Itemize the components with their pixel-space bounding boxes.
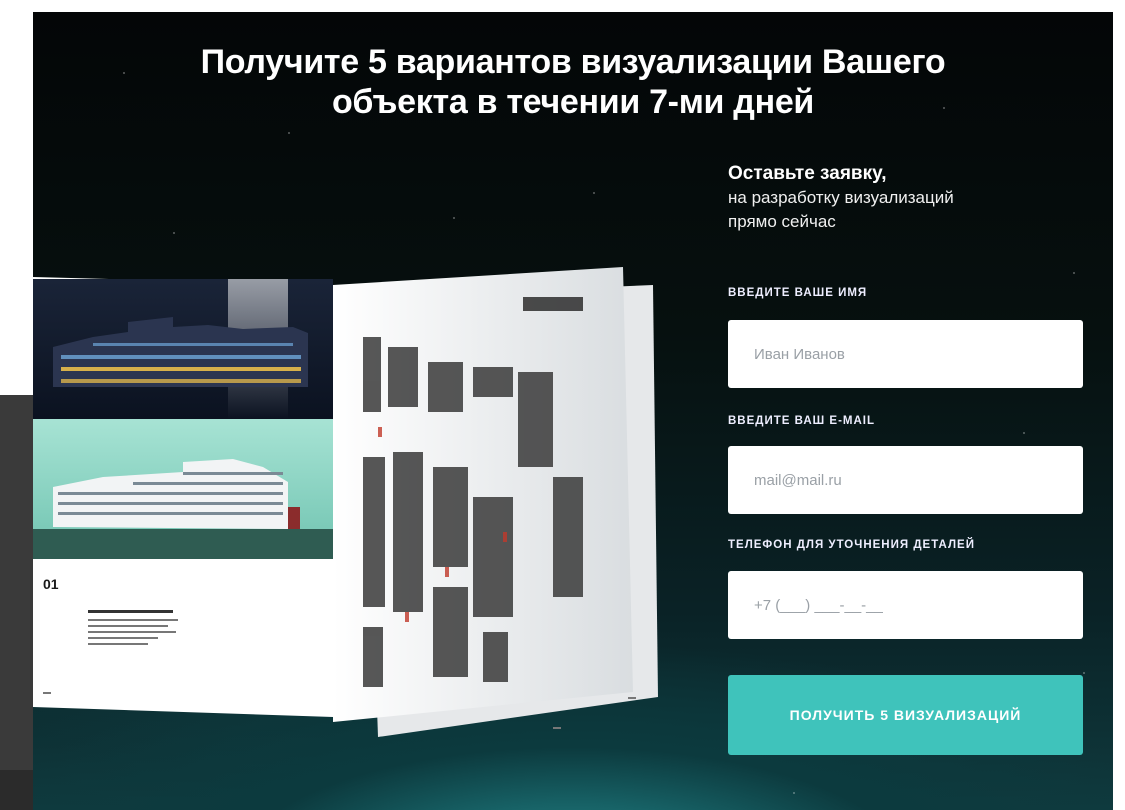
lead-form: Оставьте заявку, на разработку визуализа…	[728, 162, 1083, 755]
form-subtitle-line-2: прямо сейчас	[728, 212, 836, 231]
brochure-left-page: 01	[33, 277, 333, 717]
star	[793, 792, 795, 794]
phone-input[interactable]: +7 (___) ___-__-__	[728, 571, 1083, 639]
brochure-page-number: 01	[43, 576, 59, 592]
submit-button[interactable]: ПОЛУЧИТЬ 5 ВИЗУАЛИЗАЦИЙ	[728, 675, 1083, 755]
email-input[interactable]: mail@mail.ru	[728, 446, 1083, 514]
page-title: Получите 5 вариантов визуализации Вашего…	[33, 42, 1113, 122]
star	[1073, 272, 1075, 274]
name-input[interactable]: Иван Иванов	[728, 320, 1083, 388]
brochure-right-pages	[333, 267, 658, 737]
star	[1083, 672, 1085, 674]
page-frame: Получите 5 вариантов визуализации Вашего…	[0, 0, 1125, 810]
name-placeholder: Иван Иванов	[754, 345, 845, 363]
form-subtitle: на разработку визуализаций прямо сейчас	[728, 186, 1028, 234]
page-title-line-1: Получите 5 вариантов визуализации Вашего	[200, 43, 946, 81]
star	[593, 192, 595, 194]
star	[173, 232, 175, 234]
side-strip-bottom	[0, 770, 33, 810]
submit-button-label: ПОЛУЧИТЬ 5 ВИЗУАЛИЗАЦИЙ	[789, 707, 1022, 723]
phone-label: ТЕЛЕФОН ДЛЯ УТОЧНЕНИЯ ДЕТАЛЕЙ	[728, 539, 975, 551]
form-title: Оставьте заявку,	[728, 163, 887, 184]
name-label: ВВЕДИТЕ ВАШЕ ИМЯ	[728, 287, 868, 299]
star	[1023, 432, 1025, 434]
brochure-image: 01	[33, 267, 658, 737]
phone-placeholder: +7 (___) ___-__-__	[754, 596, 883, 614]
email-placeholder: mail@mail.ru	[754, 471, 842, 489]
star	[453, 217, 455, 219]
email-label: ВВЕДИТЕ ВАШ E-MAIL	[728, 415, 876, 427]
form-subtitle-line-1: на разработку визуализаций	[728, 188, 954, 207]
hero-section: Получите 5 вариантов визуализации Вашего…	[33, 12, 1113, 810]
page-title-line-2: объекта в течении 7-ми дней	[331, 83, 815, 121]
star	[288, 132, 290, 134]
side-strip	[0, 395, 33, 810]
